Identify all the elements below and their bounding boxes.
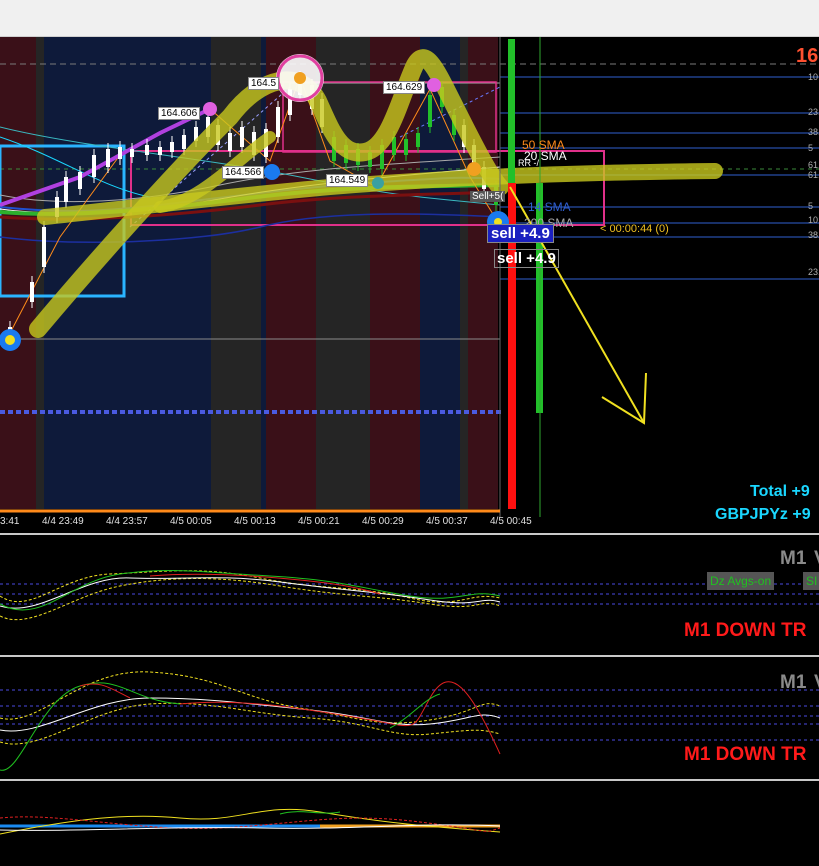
candle-body [170, 142, 174, 152]
price-edge-label: 16 [796, 45, 819, 67]
candle-body [106, 149, 110, 167]
time-axis-label: 4/4 23:57 [106, 516, 148, 527]
price-flag-2: 164.5 [248, 77, 280, 90]
candle-body [78, 172, 82, 189]
indicator-2-title: M1 [780, 672, 807, 693]
candle-body [182, 135, 186, 149]
indicator-1-title-edge: V [814, 548, 819, 570]
sell-signal-1: sell +4.9 [487, 224, 554, 243]
time-axis-label: 4/5 00:29 [362, 516, 404, 527]
indicator-pane-1[interactable]: M1 V Dz Avgs-on SI M1 DOWN TR [0, 536, 819, 654]
price-flag-5: 164.549 [326, 174, 369, 187]
indicator-pane-2[interactable]: M1 V M1 DOWN TR [0, 658, 819, 778]
candle-body [64, 177, 68, 202]
price-flag-3: 164.629 [383, 81, 426, 94]
window-titlebar [0, 0, 819, 37]
indicator-pane-3[interactable] [0, 782, 819, 866]
indicator-3-canvas [0, 808, 501, 835]
right-axis-label: 61. [808, 160, 819, 170]
right-axis-label: 61. [808, 170, 819, 180]
price-flag-4: 164.566 [222, 166, 265, 179]
bar-countdown: < 00:00:44 (0) [600, 223, 669, 235]
time-axis-label: 4/4 23:49 [42, 516, 84, 527]
time-axis-label: 4/5 00:05 [170, 516, 212, 527]
candle-body [428, 95, 432, 127]
sma-14-label: 14 SMA [528, 200, 571, 214]
rr-label: RR -/ [518, 158, 539, 168]
time-axis-label: 4/5 00:21 [298, 516, 340, 527]
candle-body [276, 107, 280, 137]
pane-separator[interactable] [0, 533, 819, 535]
candle-body [416, 133, 420, 147]
candle-body [42, 227, 46, 267]
candle-body [228, 133, 232, 151]
pane-separator[interactable] [0, 655, 819, 657]
right-axis-label: 5 [808, 143, 814, 153]
dz-avgs-button[interactable]: Dz Avgs-on [707, 572, 775, 590]
right-axis-label: 5 [808, 201, 814, 211]
indicator-1-title: M1 [780, 548, 807, 569]
pane-separator[interactable] [0, 779, 819, 781]
time-axis-label: 4/5 00:13 [234, 516, 276, 527]
time-axis-label: 4/5 00:37 [426, 516, 468, 527]
candle-body [158, 147, 162, 155]
right-axis-label: 10 [808, 215, 819, 225]
right-axis-label: 38. [808, 127, 819, 137]
sell-signal-2: sell +4.9 [494, 249, 559, 268]
candle-body [130, 149, 134, 157]
right-axis-label: 23. [808, 267, 819, 277]
symbol-profit: GBPJPYz +9 [715, 506, 811, 523]
right-axis-label: 38. [808, 230, 819, 240]
indicator-2-trend: M1 DOWN TR [684, 744, 807, 765]
indicator-2-title-edge: V [814, 672, 819, 694]
price-flag-1: 164.606 [158, 107, 201, 120]
right-axis-label: 10 [808, 72, 819, 82]
candle-body [118, 147, 122, 159]
candle-body [30, 282, 34, 302]
sell-tag: Sell+5( [470, 191, 506, 202]
indicator-1-trend: M1 DOWN TR [684, 620, 807, 641]
si-button[interactable]: SI [803, 572, 819, 590]
candle-body [145, 145, 149, 155]
time-axis-label: 3:41 [0, 516, 20, 527]
time-axis-label: 4/5 00:45 [490, 516, 532, 527]
price-chart-canvas[interactable] [0, 37, 819, 532]
total-profit: Total +9 [750, 483, 810, 500]
right-axis-label: 23. [808, 107, 819, 117]
price-chart-pane[interactable]: 164.606 164.5 164.629 164.566 164.549 50… [0, 37, 819, 532]
candle-body [240, 127, 244, 147]
green-volume-bar [508, 39, 515, 183]
candle-body [92, 155, 96, 177]
candle-body [404, 139, 408, 155]
